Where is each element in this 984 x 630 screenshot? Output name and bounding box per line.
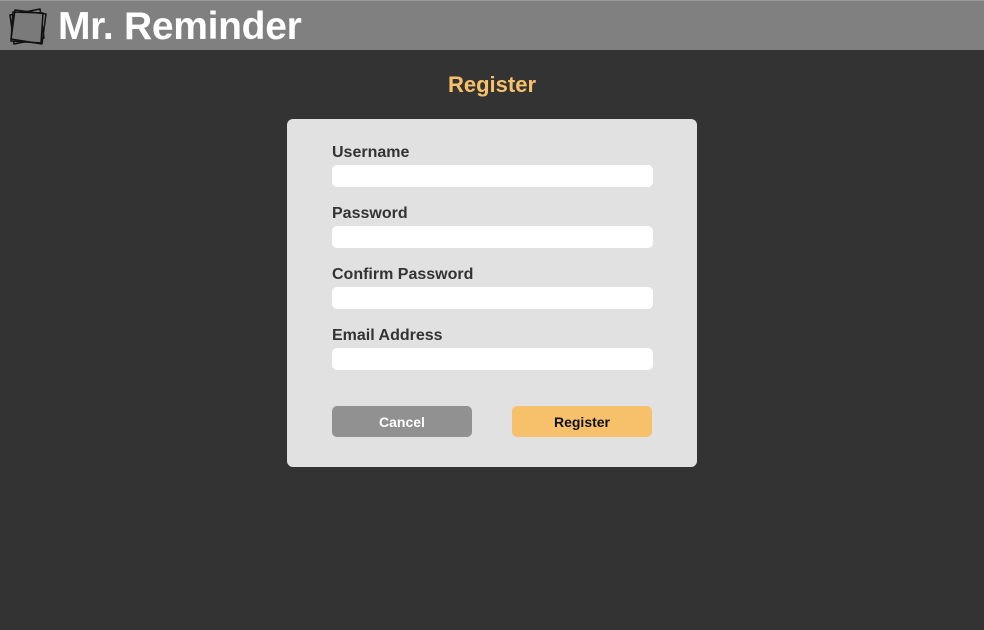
email-address-input[interactable]: [332, 348, 653, 370]
confirm-password-label: Confirm Password: [332, 266, 474, 283]
sticky-notes-icon: [9, 8, 47, 45]
password-label: Password: [332, 205, 408, 222]
email-address-label: Email Address: [332, 327, 443, 344]
page-title: Register: [447, 72, 537, 97]
password-input[interactable]: [332, 226, 653, 248]
confirm-password-input[interactable]: [332, 287, 653, 309]
username-input[interactable]: [332, 165, 653, 187]
register-button[interactable]: Register: [512, 406, 652, 437]
app-header: Mr. Reminder: [0, 0, 984, 50]
username-label: Username: [332, 144, 410, 161]
cancel-button[interactable]: Cancel: [332, 406, 472, 437]
app-title: Mr. Reminder: [58, 5, 302, 48]
register-form: Username Password Confirm Password Email…: [287, 119, 697, 467]
